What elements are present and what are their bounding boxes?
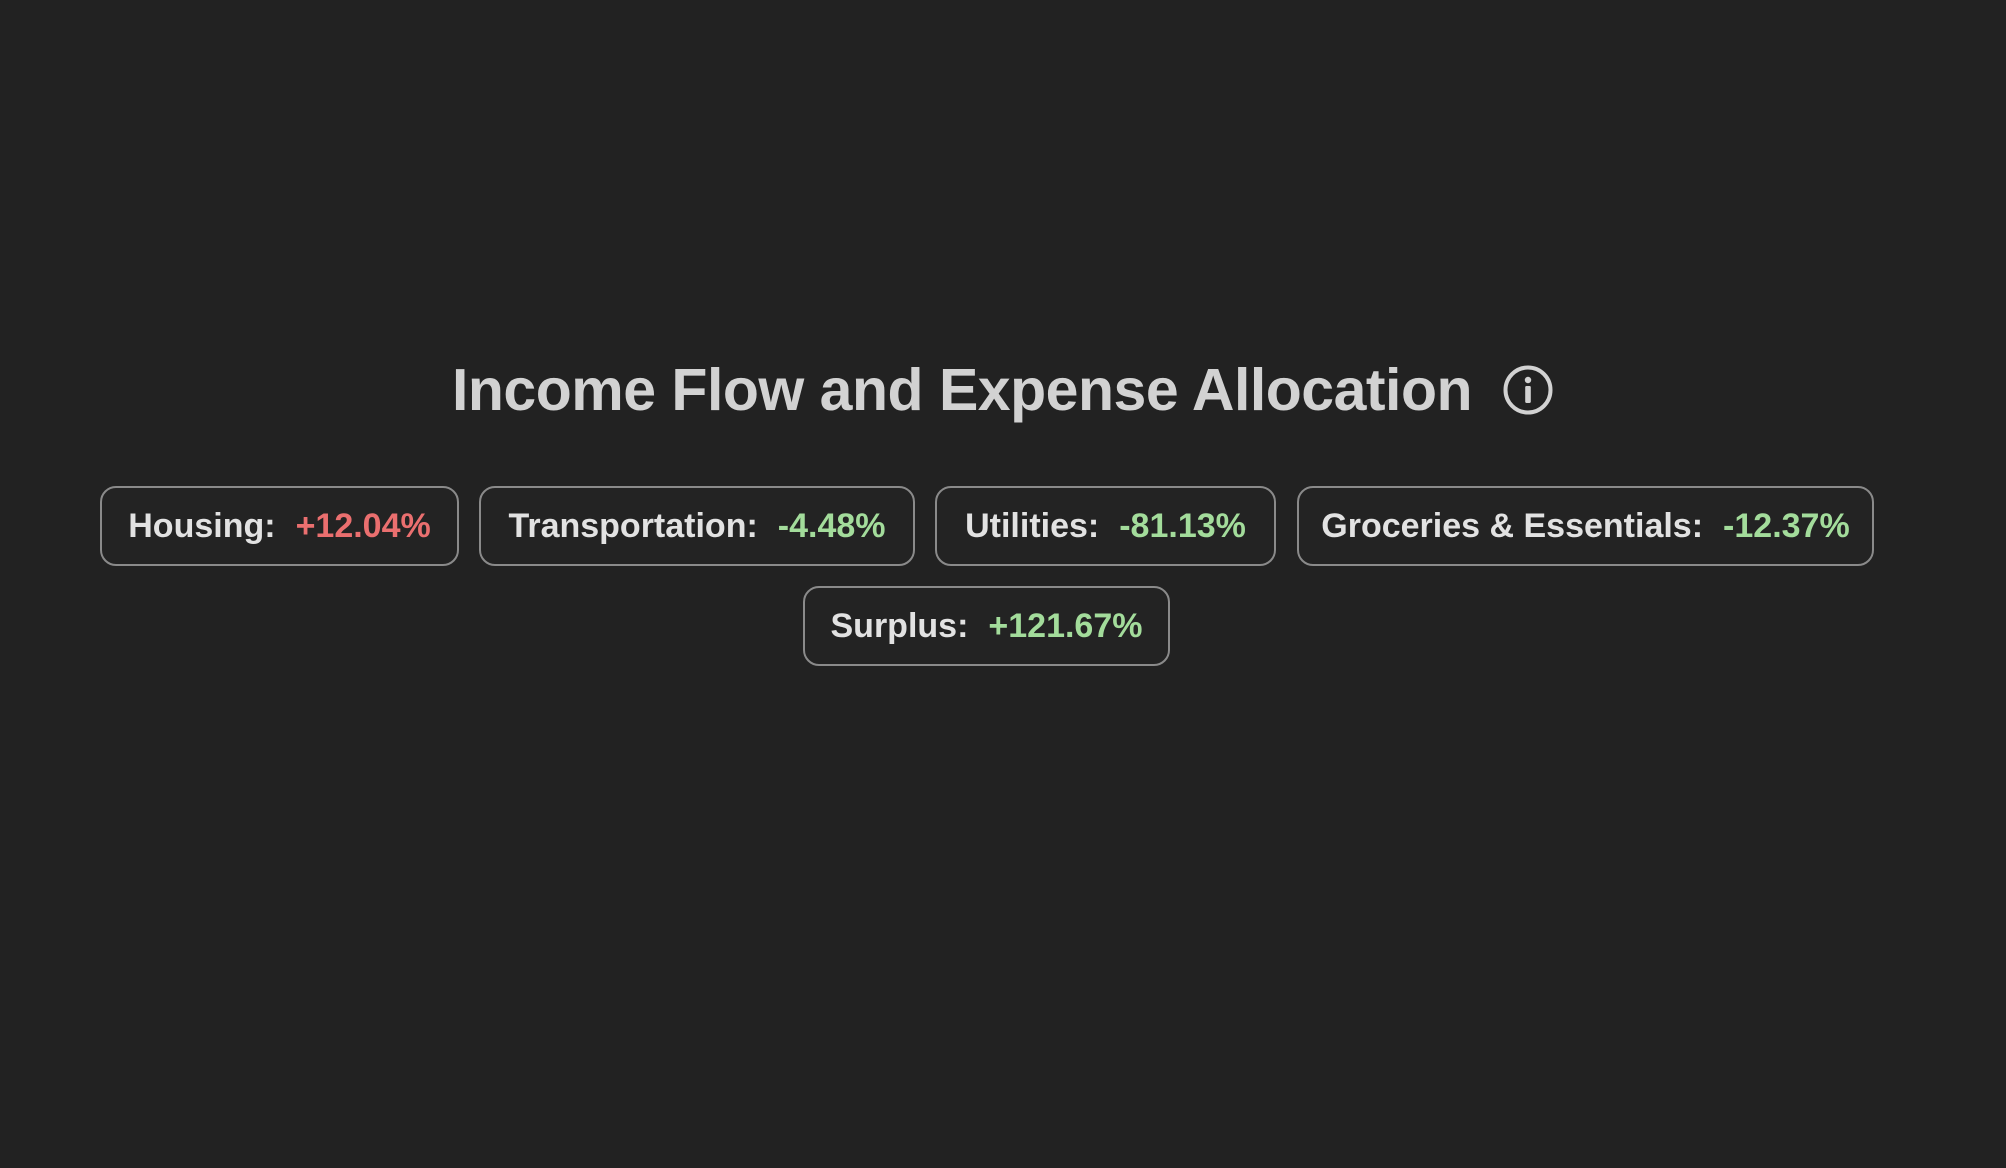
category-chip-transportation: Transportation: -4.48% [479, 486, 915, 566]
chip-label: Housing: [128, 506, 276, 545]
page-title: Income Flow and Expense Allocation [451, 357, 1473, 423]
info-icon-glyph [1503, 365, 1553, 415]
chip-change-value: +121.67% [988, 606, 1143, 645]
chip-change-value: -12.37% [1723, 506, 1850, 545]
chip-label: Utilities: [965, 506, 1100, 545]
category-chip-surplus: Surplus: +121.67% [803, 586, 1170, 666]
chip-label: Surplus: [830, 606, 969, 645]
category-chip-utilities: Utilities: -81.13% [935, 486, 1276, 566]
chip-change-value: -81.13% [1119, 506, 1246, 545]
title-row: Income Flow and Expense Allocation [0, 352, 2006, 428]
info-icon[interactable] [1502, 364, 1554, 416]
chip-label: Transportation: [508, 506, 758, 545]
category-chip-groceries: Groceries & Essentials: -12.37% [1297, 486, 1874, 566]
chip-label: Groceries & Essentials: [1321, 506, 1704, 545]
chip-change-value: -4.48% [777, 506, 886, 545]
category-chip-housing: Housing: +12.04% [100, 486, 459, 566]
chip-change-value: +12.04% [295, 506, 431, 545]
